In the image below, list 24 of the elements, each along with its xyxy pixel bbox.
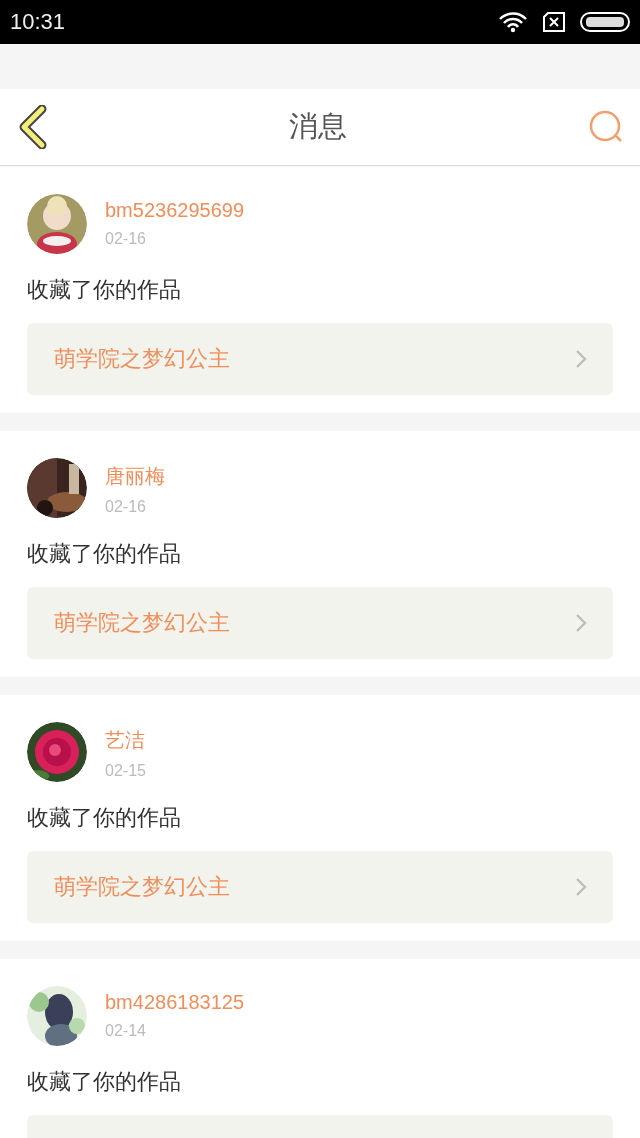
message-text: 收藏了你的作品 xyxy=(27,540,182,568)
work-link[interactable]: 萌学院之梦幻公主 xyxy=(27,323,613,395)
user-name[interactable]: 唐丽梅 xyxy=(105,463,165,490)
user-name[interactable]: 艺洁 xyxy=(105,727,145,754)
chevron-icon xyxy=(575,613,587,633)
chevron-icon xyxy=(575,877,587,897)
message-date: 02-16 xyxy=(105,230,146,248)
sim-icon xyxy=(542,12,566,32)
back-icon[interactable] xyxy=(18,105,48,149)
chevron-icon xyxy=(575,349,587,369)
message-text: 收藏了你的作品 xyxy=(27,804,182,832)
message-date: 02-14 xyxy=(105,1022,146,1040)
work-link[interactable]: 萌学院之梦幻公主 xyxy=(27,587,613,659)
user-name[interactable]: bm5236295699 xyxy=(105,199,244,222)
user-name[interactable]: bm4286183125 xyxy=(105,991,244,1014)
message-text: 收藏了你的作品 xyxy=(27,276,182,304)
message-text: 收藏了你的作品 xyxy=(27,1068,182,1096)
wifi-icon xyxy=(498,11,528,33)
message-date: 02-16 xyxy=(105,498,146,516)
work-link[interactable]: 萌学院之梦幻公主 xyxy=(27,851,613,923)
status-time: 10:31 xyxy=(10,9,66,35)
page-title: 消息 xyxy=(289,108,347,145)
message-date: 02-15 xyxy=(105,762,146,780)
battery-icon xyxy=(580,12,630,32)
